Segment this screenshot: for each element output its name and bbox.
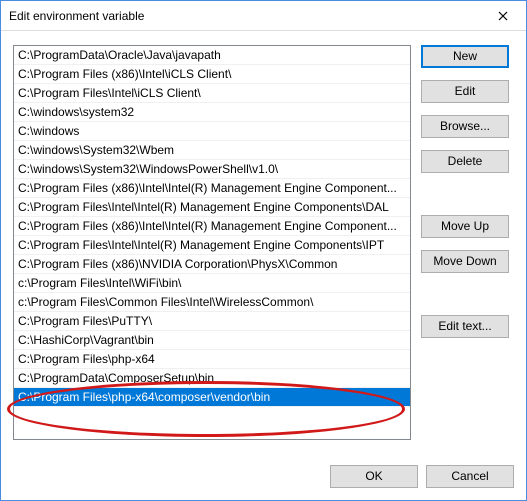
list-item[interactable]: C:\windows\system32 [14, 103, 410, 122]
list-item[interactable]: C:\ProgramData\Oracle\Java\javapath [14, 46, 410, 65]
move-up-button[interactable]: Move Up [421, 215, 509, 238]
path-listbox[interactable]: C:\ProgramData\Oracle\Java\javapathC:\Pr… [13, 45, 411, 440]
list-item[interactable]: C:\Program Files (x86)\NVIDIA Corporatio… [14, 255, 410, 274]
list-item[interactable]: C:\HashiCorp\Vagrant\bin [14, 331, 410, 350]
list-item[interactable]: C:\ProgramData\ComposerSetup\bin [14, 369, 410, 388]
list-item[interactable]: C:\Program Files (x86)\Intel\Intel(R) Ma… [14, 217, 410, 236]
new-button[interactable]: New [421, 45, 509, 68]
move-down-button[interactable]: Move Down [421, 250, 509, 273]
list-item[interactable]: C:\Program Files\php-x64 [14, 350, 410, 369]
list-item[interactable]: c:\Program Files\Intel\WiFi\bin\ [14, 274, 410, 293]
cancel-button[interactable]: Cancel [426, 465, 514, 488]
titlebar: Edit environment variable [1, 1, 526, 31]
delete-button[interactable]: Delete [421, 150, 509, 173]
list-item[interactable]: C:\Program Files\php-x64\composer\vendor… [14, 388, 410, 407]
list-item[interactable]: C:\windows\System32\WindowsPowerShell\v1… [14, 160, 410, 179]
list-item[interactable]: C:\Program Files (x86)\Intel\Intel(R) Ma… [14, 179, 410, 198]
main-area: C:\ProgramData\Oracle\Java\javapathC:\Pr… [13, 45, 514, 440]
browse-button[interactable]: Browse... [421, 115, 509, 138]
list-item[interactable]: c:\Program Files\Common Files\Intel\Wire… [14, 293, 410, 312]
close-icon [498, 11, 508, 21]
list-item[interactable]: C:\windows\System32\Wbem [14, 141, 410, 160]
window-title: Edit environment variable [9, 9, 480, 23]
button-column: New Edit Browse... Delete Move Up Move D… [421, 45, 511, 440]
dialog-content: C:\ProgramData\Oracle\Java\javapathC:\Pr… [1, 31, 526, 500]
edit-text-button[interactable]: Edit text... [421, 315, 509, 338]
close-button[interactable] [480, 1, 525, 30]
list-item[interactable]: C:\Program Files\Intel\Intel(R) Manageme… [14, 236, 410, 255]
ok-button[interactable]: OK [330, 465, 418, 488]
list-item[interactable]: C:\Program Files\Intel\iCLS Client\ [14, 84, 410, 103]
list-item[interactable]: C:\Program Files (x86)\Intel\iCLS Client… [14, 65, 410, 84]
list-item[interactable]: C:\Program Files\Intel\Intel(R) Manageme… [14, 198, 410, 217]
list-item[interactable]: C:\Program Files\PuTTY\ [14, 312, 410, 331]
list-item[interactable]: C:\windows [14, 122, 410, 141]
edit-button[interactable]: Edit [421, 80, 509, 103]
bottom-bar: OK Cancel [330, 465, 514, 488]
